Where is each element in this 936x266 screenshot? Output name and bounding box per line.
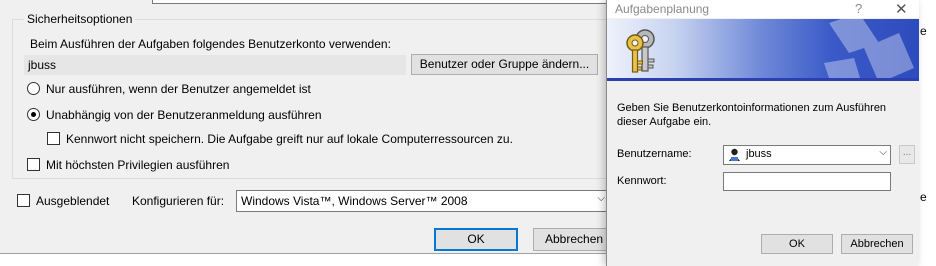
checkbox-do-not-store-password-label[interactable]: Kennwort nicht speichern. Die Aufgabe gr… xyxy=(66,132,513,146)
ok-button[interactable]: OK xyxy=(434,228,518,251)
right-pane-text-1: e xyxy=(920,24,927,38)
username-label: Benutzername: xyxy=(617,148,692,160)
configure-for-label: Konfigurieren für: xyxy=(132,194,225,208)
account-value-text: jbuss xyxy=(28,58,57,72)
dialog-titlebar: Aufgabenplanung ? ✕ xyxy=(607,0,919,18)
cancel-button[interactable]: Abbrechen xyxy=(533,228,613,251)
right-pane-text-2: e xyxy=(920,190,927,204)
dialog-info-text: Geben Sie Benutzerkontoinformationen zum… xyxy=(617,102,887,128)
background-right-pane xyxy=(916,0,936,266)
close-icon[interactable]: ✕ xyxy=(895,0,908,18)
browse-user-button[interactable]: ... xyxy=(899,145,915,164)
user-icon xyxy=(729,148,740,161)
checkbox-do-not-store-password[interactable] xyxy=(47,132,60,145)
account-prompt-label: Beim Ausführen der Aufgaben folgendes Be… xyxy=(30,37,391,51)
checkbox-hidden-label[interactable]: Ausgeblendet xyxy=(36,194,109,208)
configure-for-dropdown[interactable]: Windows Vista™, Windows Server™ 2008 ⌵ xyxy=(236,190,610,212)
dialog-cancel-button[interactable]: Abbrechen xyxy=(841,234,913,254)
checkbox-highest-privileges[interactable] xyxy=(27,158,40,171)
help-icon[interactable]: ? xyxy=(855,1,862,16)
password-input[interactable] xyxy=(723,172,891,191)
change-user-button[interactable]: Benutzer oder Gruppe ändern... xyxy=(411,54,598,75)
radio-run-independent-label[interactable]: Unabhängig von der Benutzeranmeldung aus… xyxy=(46,108,322,122)
chevron-down-icon: ⌵ xyxy=(879,147,887,158)
account-value-field: jbuss xyxy=(24,55,406,75)
configure-for-value: Windows Vista™, Windows Server™ 2008 xyxy=(241,194,468,208)
checkbox-hidden[interactable] xyxy=(17,194,30,207)
radio-selected-dot xyxy=(31,112,36,117)
dialog-title: Aufgabenplanung xyxy=(615,2,710,16)
checkbox-highest-privileges-label[interactable]: Mit höchsten Privilegien ausführen xyxy=(46,158,229,172)
banner-decoration-icon xyxy=(824,19,914,78)
username-combobox[interactable]: jbuss ⌵ xyxy=(723,145,891,165)
dialog-ok-button[interactable]: OK xyxy=(761,234,833,254)
top-input-field-edge[interactable] xyxy=(152,0,612,4)
radio-run-when-logged-on[interactable] xyxy=(27,82,40,95)
radio-run-independent[interactable] xyxy=(27,108,40,121)
task-scheduler-credentials-dialog: Aufgabenplanung ? ✕ Geben Sie Benutzerko… xyxy=(606,0,919,266)
username-value: jbuss xyxy=(746,148,772,160)
security-options-title: Sicherheitsoptionen xyxy=(24,12,136,26)
background-list-strip xyxy=(0,253,606,266)
radio-run-when-logged-on-label[interactable]: Nur ausführen, wenn der Benutzer angemel… xyxy=(46,82,311,96)
dialog-banner xyxy=(607,19,919,81)
keys-icon xyxy=(626,29,655,73)
password-label: Kennwort: xyxy=(617,175,667,187)
chevron-down-icon: ⌵ xyxy=(597,193,605,204)
